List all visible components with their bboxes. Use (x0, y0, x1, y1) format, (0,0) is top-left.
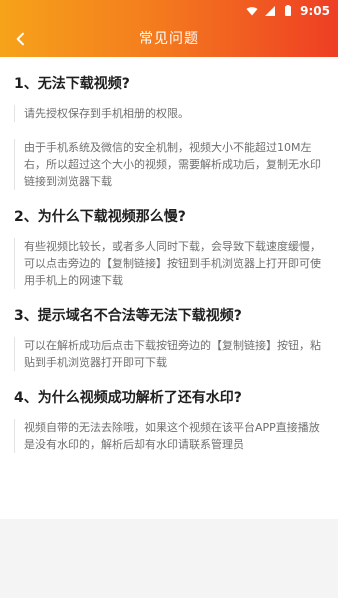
faq-item-2: 2、为什么下载视频那么慢? 有些视频比较长，或者多人同时下载，会导致下载速度缓慢… (0, 206, 338, 289)
faq-item-1: 1、无法下载视频? 请先授权保存到手机相册的权限。 由于手机系统及微信的安全机制… (0, 73, 338, 190)
faq-item-3: 3、提示域名不合法等无法下载视频? 可以在解析成功后点击下载按钮旁边的【复制链接… (0, 305, 338, 371)
faq-content[interactable]: 1、无法下载视频? 请先授权保存到手机相册的权限。 由于手机系统及微信的安全机制… (0, 57, 338, 519)
status-icons: 9:05 (246, 3, 330, 19)
faq-answer-2a: 有些视频比较长，或者多人同时下载，会导致下载速度缓慢，可以点击旁边的【复制链接】… (14, 238, 324, 289)
faq-answer-1b: 由于手机系统及微信的安全机制，视频大小不能超过10M左右，所以超过这个大小的视频… (14, 139, 324, 190)
battery-icon (282, 5, 294, 17)
wifi-icon (246, 5, 258, 17)
cellular-signal-icon (264, 5, 276, 17)
page-title: 常见问题 (139, 31, 199, 47)
faq-question-2: 2、为什么下载视频那么慢? (14, 209, 186, 225)
faq-question-3: 3、提示域名不合法等无法下载视频? (14, 308, 242, 324)
bottom-blank-area (0, 519, 338, 598)
faq-answer-1a: 请先授权保存到手机相册的权限。 (14, 105, 324, 122)
status-time: 9:05 (300, 4, 330, 18)
faq-question-1: 1、无法下载视频? (14, 76, 130, 92)
faq-question-4: 4、为什么视频成功解析了还有水印? (14, 390, 242, 406)
status-bar: 9:05 (0, 0, 338, 22)
faq-answer-3a: 可以在解析成功后点击下载按钮旁边的【复制链接】按钮，粘贴到手机浏览器打开即可下载 (14, 337, 324, 371)
app-header: 常见问题 (0, 22, 338, 57)
faq-item-4: 4、为什么视频成功解析了还有水印? 视频自带的无法去除哦，如果这个视频在该平台A… (0, 387, 338, 453)
faq-answer-4a: 视频自带的无法去除哦，如果这个视频在该平台APP直接播放是没有水印的，解析后却有… (14, 419, 324, 453)
